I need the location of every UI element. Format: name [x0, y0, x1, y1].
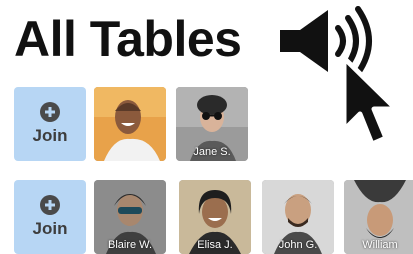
participant-name: Blaire W.: [107, 239, 152, 251]
participant-video-tile[interactable]: John G.: [262, 180, 334, 254]
join-label: Join: [32, 219, 68, 238]
participant-photo: [94, 87, 166, 161]
participant-name: Elisa J.: [197, 239, 233, 251]
table-row: Join Jane S.: [0, 87, 413, 161]
participant-video-tile[interactable]: William: [344, 180, 413, 254]
plus-circle-icon: [40, 102, 60, 122]
participant-video-tile[interactable]: Jane S.: [176, 87, 248, 161]
join-table-button[interactable]: Join: [14, 87, 86, 161]
plus-circle-icon: [40, 195, 60, 215]
participant-video-tile[interactable]: [94, 87, 166, 161]
participant-name: John G.: [278, 239, 318, 251]
participant-video-tile[interactable]: Blaire W.: [94, 180, 166, 254]
participant-name: Jane S.: [193, 146, 231, 158]
join-label: Join: [32, 126, 68, 145]
page-title: All Tables: [14, 11, 242, 67]
join-table-button[interactable]: Join: [14, 180, 86, 254]
participant-name: William: [362, 239, 398, 251]
participant-video-tile[interactable]: Elisa J.: [179, 180, 251, 254]
table-row: Join Blaire W. Elisa J. John G. William: [0, 180, 413, 254]
